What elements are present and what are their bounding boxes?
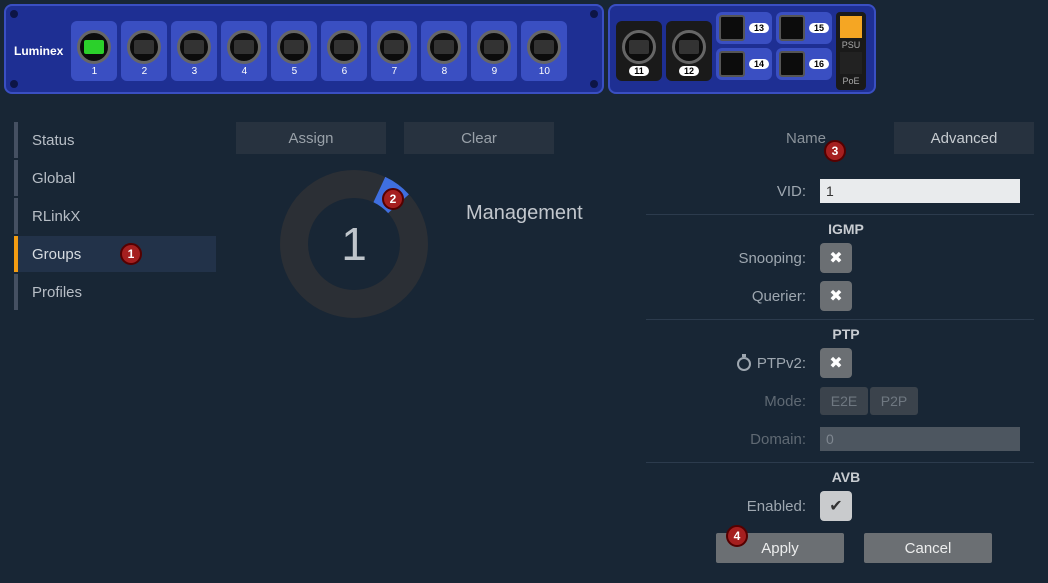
snooping-label: Snooping:: [646, 250, 806, 267]
querier-label: Querier:: [646, 288, 806, 305]
group-number: 1: [274, 164, 434, 324]
check-icon: ✔: [829, 496, 842, 516]
tab-name[interactable]: Name: [736, 122, 876, 154]
group-donut[interactable]: 1 2: [274, 164, 434, 324]
vid-label: VID:: [646, 183, 806, 200]
center-panel: Assign Clear 1 2 Management: [236, 122, 626, 563]
sfp-15: 15: [776, 12, 832, 44]
device-ext: 1112 13 14 15 16 PSU PoE: [608, 4, 876, 94]
status-leds: PSU PoE: [836, 12, 866, 90]
device-strip: Luminex 12345678910 1112 13 14 15 16 PSU…: [0, 0, 1048, 94]
stopwatch-icon: [737, 357, 751, 371]
close-icon: ✖: [829, 248, 842, 268]
rj45-port-7[interactable]: 7: [371, 21, 417, 81]
mode-p2p[interactable]: P2P: [870, 387, 918, 415]
ports-main: 12345678910: [71, 21, 567, 81]
sidebar-item-profiles[interactable]: Profiles: [14, 274, 216, 310]
rj45-port-12[interactable]: 12: [666, 21, 712, 81]
ports-ext: 1112: [616, 21, 712, 81]
ptpv2-label: PTPv2:: [646, 355, 806, 372]
step-badge-2: 2: [382, 188, 404, 210]
poe-led: [840, 52, 862, 74]
sfp-13: 13: [716, 12, 772, 44]
rj45-port-3[interactable]: 3: [171, 21, 217, 81]
mode-label: Mode:: [646, 393, 806, 410]
cancel-button[interactable]: Cancel: [864, 533, 992, 563]
group-title: Management: [466, 202, 583, 225]
step-badge-4: 4: [726, 525, 748, 547]
rj45-port-1[interactable]: 1: [71, 21, 117, 81]
step-badge-1: 1: [120, 243, 142, 265]
domain-label: Domain:: [646, 431, 806, 448]
sidebar-item-groups[interactable]: Groups 1: [14, 236, 216, 272]
sidebar-item-global[interactable]: Global: [14, 160, 216, 196]
device-brand: Luminex: [14, 44, 63, 58]
tab-advanced[interactable]: Advanced: [894, 122, 1034, 154]
ptpv2-toggle[interactable]: ✖: [820, 348, 852, 378]
sidebar: Status Global RLinkX Groups 1 Profiles: [14, 122, 216, 563]
enabled-label: Enabled:: [646, 498, 806, 515]
right-panel: Name Advanced 3 VID: IGMP Snooping: ✖ Qu…: [646, 122, 1034, 563]
sidebar-item-status[interactable]: Status: [14, 122, 216, 158]
rj45-port-2[interactable]: 2: [121, 21, 167, 81]
tab-assign[interactable]: Assign: [236, 122, 386, 154]
close-icon: ✖: [829, 353, 842, 373]
rj45-port-10[interactable]: 10: [521, 21, 567, 81]
igmp-section: IGMP: [646, 221, 886, 237]
rj45-port-5[interactable]: 5: [271, 21, 317, 81]
rj45-port-8[interactable]: 8: [421, 21, 467, 81]
avb-section: AVB: [646, 469, 886, 485]
device-main: Luminex 12345678910: [4, 4, 604, 94]
step-badge-3: 3: [824, 140, 846, 162]
ptp-section: PTP: [646, 326, 886, 342]
sfp-14: 14: [716, 48, 772, 80]
snooping-toggle[interactable]: ✖: [820, 243, 852, 273]
tab-clear[interactable]: Clear: [404, 122, 554, 154]
rj45-port-11[interactable]: 11: [616, 21, 662, 81]
sidebar-item-rlinkx[interactable]: RLinkX: [14, 198, 216, 234]
rj45-port-6[interactable]: 6: [321, 21, 367, 81]
avb-enabled-toggle[interactable]: ✔: [820, 491, 852, 521]
psu-led: [840, 16, 862, 38]
sfp-16: 16: [776, 48, 832, 80]
rj45-port-4[interactable]: 4: [221, 21, 267, 81]
domain-input: [820, 427, 1020, 451]
querier-toggle[interactable]: ✖: [820, 281, 852, 311]
rj45-port-9[interactable]: 9: [471, 21, 517, 81]
close-icon: ✖: [829, 286, 842, 306]
vid-input[interactable]: [820, 179, 1020, 203]
mode-e2e[interactable]: E2E: [820, 387, 868, 415]
